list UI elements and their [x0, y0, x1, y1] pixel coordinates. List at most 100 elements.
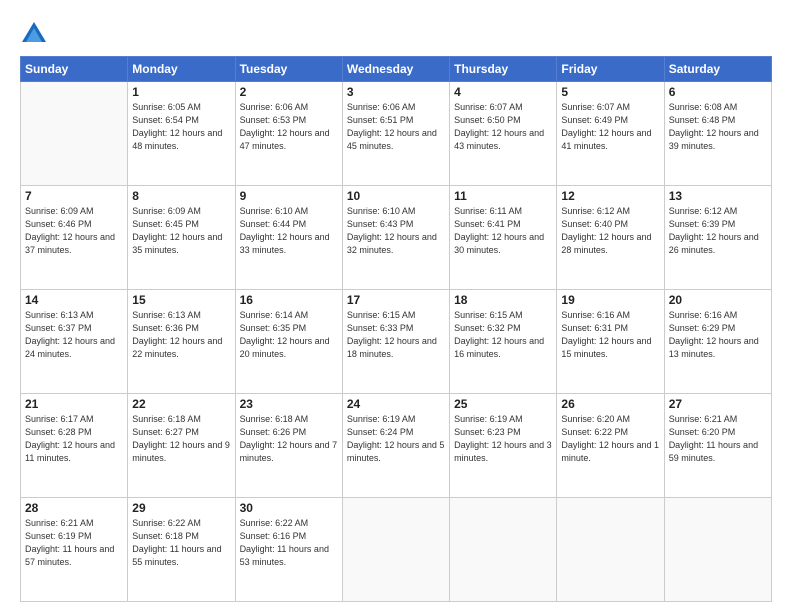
calendar-week-row: 21 Sunrise: 6:17 AMSunset: 6:28 PMDayligh… — [21, 394, 772, 498]
day-number: 14 — [25, 293, 123, 307]
calendar-cell: 16Sunrise: 6:14 AMSunset: 6:35 PMDayligh… — [235, 290, 342, 394]
day-info: Sunrise: 6:18 AMSunset: 6:27 PMDaylight:… — [132, 413, 230, 465]
day-info: Sunrise: 6:21 AMSunset: 6:19 PMDaylight:… — [25, 517, 123, 569]
day-number: 23 — [240, 397, 338, 411]
day-info: Sunrise: 6:22 AMSunset: 6:16 PMDaylight:… — [240, 517, 338, 569]
calendar-cell — [450, 498, 557, 602]
calendar-cell: 18Sunrise: 6:15 AMSunset: 6:32 PMDayligh… — [450, 290, 557, 394]
day-number: 18 — [454, 293, 552, 307]
logo-icon — [20, 20, 48, 48]
calendar-cell: 20 Sunrise: 6:16 AMSunset: 6:29 PMDayligh… — [664, 290, 771, 394]
day-number: 6 — [669, 85, 767, 99]
calendar-cell: 19 Sunrise: 6:16 AMSunset: 6:31 PMDayligh… — [557, 290, 664, 394]
day-number: 10 — [347, 189, 445, 203]
day-info: Sunrise: 6:19 AMSunset: 6:23 PMDaylight:… — [454, 413, 552, 465]
day-number: 22 — [132, 397, 230, 411]
day-number: 3 — [347, 85, 445, 99]
day-info: Sunrise: 6:18 AMSunset: 6:26 PMDaylight:… — [240, 413, 338, 465]
day-info: Sunrise: 6:11 AMSunset: 6:41 PMDaylight:… — [454, 205, 552, 257]
day-number: 7 — [25, 189, 123, 203]
calendar-cell: 7 Sunrise: 6:09 AMSunset: 6:46 PMDaylight… — [21, 186, 128, 290]
calendar-cell: 6 Sunrise: 6:08 AMSunset: 6:48 PMDaylight… — [664, 82, 771, 186]
weekday-header-monday: Monday — [128, 57, 235, 82]
day-number: 19 — [561, 293, 659, 307]
day-number: 16 — [240, 293, 338, 307]
calendar-cell: 27 Sunrise: 6:21 AMSunset: 6:20 PMDayligh… — [664, 394, 771, 498]
calendar-cell — [342, 498, 449, 602]
calendar-cell: 8 Sunrise: 6:09 AMSunset: 6:45 PMDaylight… — [128, 186, 235, 290]
calendar-cell: 9Sunrise: 6:10 AMSunset: 6:44 PMDaylight… — [235, 186, 342, 290]
day-info: Sunrise: 6:13 AMSunset: 6:37 PMDaylight:… — [25, 309, 123, 361]
day-number: 12 — [561, 189, 659, 203]
day-info: Sunrise: 6:16 AMSunset: 6:29 PMDaylight:… — [669, 309, 767, 361]
calendar-cell: 25 Sunrise: 6:19 AMSunset: 6:23 PMDayligh… — [450, 394, 557, 498]
weekday-header-thursday: Thursday — [450, 57, 557, 82]
calendar-cell: 2Sunrise: 6:06 AMSunset: 6:53 PMDaylight… — [235, 82, 342, 186]
calendar-cell: 29 Sunrise: 6:22 AMSunset: 6:18 PMDayligh… — [128, 498, 235, 602]
day-number: 26 — [561, 397, 659, 411]
calendar-cell: 14 Sunrise: 6:13 AMSunset: 6:37 PMDayligh… — [21, 290, 128, 394]
day-info: Sunrise: 6:17 AMSunset: 6:28 PMDaylight:… — [25, 413, 123, 465]
calendar-cell: 26 Sunrise: 6:20 AMSunset: 6:22 PMDayligh… — [557, 394, 664, 498]
calendar-week-row: 1 Sunrise: 6:05 AMSunset: 6:54 PMDaylight… — [21, 82, 772, 186]
calendar-cell — [664, 498, 771, 602]
calendar-cell: 1 Sunrise: 6:05 AMSunset: 6:54 PMDaylight… — [128, 82, 235, 186]
weekday-header-tuesday: Tuesday — [235, 57, 342, 82]
calendar-header-row: SundayMondayTuesdayWednesdayThursdayFrid… — [21, 57, 772, 82]
calendar-cell: 5 Sunrise: 6:07 AMSunset: 6:49 PMDaylight… — [557, 82, 664, 186]
day-number: 21 — [25, 397, 123, 411]
day-info: Sunrise: 6:07 AMSunset: 6:49 PMDaylight:… — [561, 101, 659, 153]
day-number: 30 — [240, 501, 338, 515]
day-number: 13 — [669, 189, 767, 203]
weekday-header-friday: Friday — [557, 57, 664, 82]
calendar-cell: 23 Sunrise: 6:18 AMSunset: 6:26 PMDayligh… — [235, 394, 342, 498]
day-number: 8 — [132, 189, 230, 203]
day-number: 28 — [25, 501, 123, 515]
calendar-cell — [21, 82, 128, 186]
calendar-cell: 10 Sunrise: 6:10 AMSunset: 6:43 PMDayligh… — [342, 186, 449, 290]
calendar-cell: 24 Sunrise: 6:19 AMSunset: 6:24 PMDayligh… — [342, 394, 449, 498]
day-info: Sunrise: 6:12 AMSunset: 6:40 PMDaylight:… — [561, 205, 659, 257]
logo — [20, 20, 52, 48]
day-number: 29 — [132, 501, 230, 515]
calendar-cell: 4Sunrise: 6:07 AMSunset: 6:50 PMDaylight… — [450, 82, 557, 186]
weekday-header-saturday: Saturday — [664, 57, 771, 82]
weekday-header-sunday: Sunday — [21, 57, 128, 82]
day-info: Sunrise: 6:20 AMSunset: 6:22 PMDaylight:… — [561, 413, 659, 465]
header — [20, 16, 772, 48]
day-info: Sunrise: 6:22 AMSunset: 6:18 PMDaylight:… — [132, 517, 230, 569]
calendar-cell: 13 Sunrise: 6:12 AMSunset: 6:39 PMDayligh… — [664, 186, 771, 290]
day-number: 15 — [132, 293, 230, 307]
calendar-cell: 15Sunrise: 6:13 AMSunset: 6:36 PMDayligh… — [128, 290, 235, 394]
day-number: 24 — [347, 397, 445, 411]
calendar-cell: 21 Sunrise: 6:17 AMSunset: 6:28 PMDayligh… — [21, 394, 128, 498]
calendar-cell: 11Sunrise: 6:11 AMSunset: 6:41 PMDayligh… — [450, 186, 557, 290]
day-number: 20 — [669, 293, 767, 307]
day-info: Sunrise: 6:06 AMSunset: 6:53 PMDaylight:… — [240, 101, 338, 153]
day-number: 5 — [561, 85, 659, 99]
day-number: 1 — [132, 85, 230, 99]
calendar-cell: 12 Sunrise: 6:12 AMSunset: 6:40 PMDayligh… — [557, 186, 664, 290]
calendar-cell — [557, 498, 664, 602]
day-info: Sunrise: 6:12 AMSunset: 6:39 PMDaylight:… — [669, 205, 767, 257]
calendar-cell: 3Sunrise: 6:06 AMSunset: 6:51 PMDaylight… — [342, 82, 449, 186]
day-info: Sunrise: 6:05 AMSunset: 6:54 PMDaylight:… — [132, 101, 230, 153]
day-info: Sunrise: 6:10 AMSunset: 6:43 PMDaylight:… — [347, 205, 445, 257]
day-number: 9 — [240, 189, 338, 203]
calendar-cell: 22 Sunrise: 6:18 AMSunset: 6:27 PMDayligh… — [128, 394, 235, 498]
day-info: Sunrise: 6:15 AMSunset: 6:33 PMDaylight:… — [347, 309, 445, 361]
page: SundayMondayTuesdayWednesdayThursdayFrid… — [0, 0, 792, 612]
day-info: Sunrise: 6:21 AMSunset: 6:20 PMDaylight:… — [669, 413, 767, 465]
weekday-header-wednesday: Wednesday — [342, 57, 449, 82]
day-info: Sunrise: 6:16 AMSunset: 6:31 PMDaylight:… — [561, 309, 659, 361]
calendar-week-row: 14 Sunrise: 6:13 AMSunset: 6:37 PMDayligh… — [21, 290, 772, 394]
day-number: 25 — [454, 397, 552, 411]
day-info: Sunrise: 6:19 AMSunset: 6:24 PMDaylight:… — [347, 413, 445, 465]
day-info: Sunrise: 6:08 AMSunset: 6:48 PMDaylight:… — [669, 101, 767, 153]
day-number: 27 — [669, 397, 767, 411]
calendar-cell: 28 Sunrise: 6:21 AMSunset: 6:19 PMDayligh… — [21, 498, 128, 602]
day-info: Sunrise: 6:09 AMSunset: 6:46 PMDaylight:… — [25, 205, 123, 257]
day-info: Sunrise: 6:09 AMSunset: 6:45 PMDaylight:… — [132, 205, 230, 257]
calendar-week-row: 7 Sunrise: 6:09 AMSunset: 6:46 PMDaylight… — [21, 186, 772, 290]
calendar-cell: 30 Sunrise: 6:22 AMSunset: 6:16 PMDayligh… — [235, 498, 342, 602]
